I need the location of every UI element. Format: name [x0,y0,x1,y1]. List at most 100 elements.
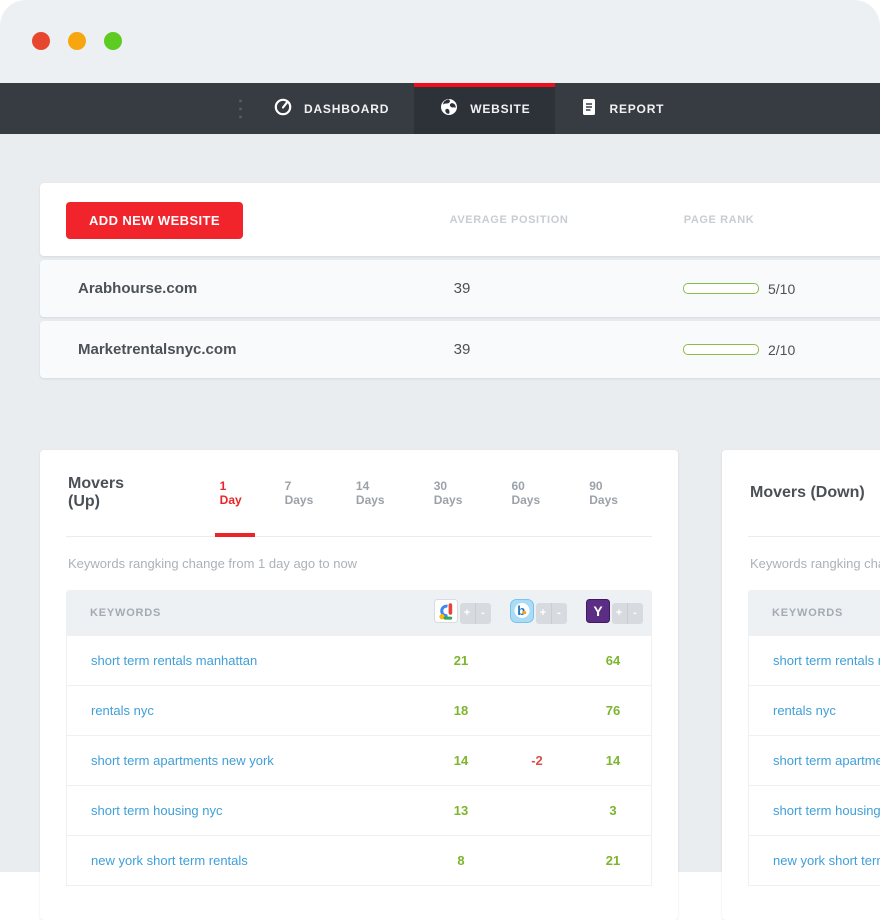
period-tab[interactable]: 1 Day [203,450,268,536]
top-navbar: DASHBOARD WEBSITE [0,83,880,134]
yahoo-rank-change: 64 [575,653,651,668]
keyword-row: short term rentals manhattan 21 64 [67,636,651,686]
movers-down-table: KEYWORDS short term rentals manhattan re… [748,590,880,886]
keyword-row: short term housing nyc [749,786,880,836]
yahoo-rank-change: 3 [575,803,651,818]
window-controls [32,32,122,50]
keyword-link[interactable]: short term housing nyc [749,803,880,818]
google-column-adjust: + - [460,603,491,624]
bing-rank-change: -2 [499,753,575,768]
bing-icon: b [510,599,534,628]
bing-column-adjust: + - [536,603,567,624]
nav-item-report[interactable]: REPORT [555,83,689,134]
zoom-window-button[interactable] [104,32,122,50]
period-tab[interactable]: 7 Days [268,450,339,536]
keyword-link[interactable]: short term housing nyc [67,803,423,818]
movers-down-title: Movers (Down) [750,484,865,502]
keyword-row: short term apartments new york 14 -2 14 [67,736,651,786]
period-tab[interactable]: 90 Days [572,450,650,536]
website-name: Arabhourse.com [78,260,197,317]
bing-column-header: b + - [500,599,576,628]
minimize-window-button[interactable] [68,32,86,50]
period-tab[interactable]: 14 Days [339,450,417,536]
yahoo-column-header: Y + - [576,599,652,628]
nav-item-label: DASHBOARD [304,102,389,116]
movers-down-card: Movers (Down) Keywords rangking change f… [722,450,880,920]
movers-down-subtitle: Keywords rangking change from 1 day ago … [750,537,880,590]
page-rank-bar [683,283,759,294]
average-position-value: 39 [412,260,512,317]
yahoo-rank-change: 76 [575,703,651,718]
yahoo-rank-change: 14 [575,753,651,768]
yahoo-plus-button[interactable]: + [612,603,627,624]
period-tab[interactable]: 30 Days [417,450,495,536]
keyword-link[interactable]: rentals nyc [749,703,880,718]
globe-icon [439,97,459,120]
keyword-row: rentals nyc 18 76 [67,686,651,736]
website-name: Marketrentalsnyc.com [78,321,236,378]
keyword-link[interactable]: rentals nyc [67,703,423,718]
nav-items: DASHBOARD WEBSITE [248,83,689,134]
keyword-link[interactable]: short term rentals manhattan [67,653,423,668]
keyword-link[interactable]: new york short term rentals [67,853,423,868]
add-new-website-button[interactable]: ADD NEW WEBSITE [66,202,243,239]
yahoo-minus-button[interactable]: - [627,603,643,624]
movers-up-header: Movers (Up) 1 Day 7 Days 14 Days 30 Days… [66,450,652,537]
period-tab[interactable]: 60 Days [494,450,572,536]
page-rank-value: 5/10 [768,260,795,317]
website-row[interactable]: Arabhourse.com 39 5/10 [40,260,880,317]
movers-down-header: Movers (Down) [748,450,880,537]
websites-panel-header: ADD NEW WEBSITE AVERAGE POSITION PAGE RA… [40,183,880,256]
movers-up-table: KEYWORDS + - [66,590,652,886]
google-rank-change: 18 [423,703,499,718]
yahoo-rank-change: 21 [575,853,651,868]
google-plus-button[interactable]: + [460,603,475,624]
keywords-column-header: KEYWORDS [748,607,880,619]
google-rank-change: 8 [423,853,499,868]
column-header-average-position: AVERAGE POSITION [409,183,609,256]
keyword-link[interactable]: short term apartments new york [67,753,423,768]
nav-item-label: REPORT [609,102,664,116]
bing-minus-button[interactable]: - [551,603,567,624]
yahoo-column-adjust: + - [612,603,643,624]
google-rank-change: 14 [423,753,499,768]
keyword-row: rentals nyc [749,686,880,736]
keyword-link[interactable]: short term rentals manhattan [749,653,880,668]
google-column-header: + - [424,599,500,628]
movers-up-card: Movers (Up) 1 Day 7 Days 14 Days 30 Days… [40,450,678,920]
nav-item-dashboard[interactable]: DASHBOARD [248,83,414,134]
nav-divider-dots [239,99,242,118]
column-header-page-rank: PAGE RANK [619,183,819,256]
close-window-button[interactable] [32,32,50,50]
keywords-column-header: KEYWORDS [66,607,424,619]
browser-chrome [0,0,880,83]
keyword-row: new york short term rentals [749,836,880,886]
yahoo-icon: Y [586,599,610,628]
page-rank-value: 2/10 [768,321,795,378]
website-row[interactable]: Marketrentalsnyc.com 39 2/10 [40,321,880,378]
nav-item-label: WEBSITE [470,102,530,116]
keyword-row: new york short term rentals 8 21 [67,836,651,886]
keyword-link[interactable]: new york short term rentals [749,853,880,868]
movers-down-table-header: KEYWORDS [748,590,880,636]
svg-text:Y: Y [593,603,603,619]
google-minus-button[interactable]: - [475,603,491,624]
google-rank-change: 13 [423,803,499,818]
bing-plus-button[interactable]: + [536,603,551,624]
movers-up-subtitle: Keywords rangking change from 1 day ago … [68,537,650,590]
svg-text:b: b [517,603,525,618]
keyword-row: short term housing nyc 13 3 [67,786,651,836]
nav-item-website[interactable]: WEBSITE [414,83,555,134]
movers-down-table-body: short term rentals manhattan rentals nyc… [748,636,880,886]
document-icon [580,97,598,120]
google-rank-change: 21 [423,653,499,668]
page-rank-bar [683,344,759,355]
keyword-link[interactable]: short term apartments new york [749,753,880,768]
average-position-value: 39 [412,321,512,378]
keyword-row: short term rentals manhattan [749,636,880,686]
movers-up-table-body: short term rentals manhattan 21 64 renta… [66,636,652,886]
websites-list: Arabhourse.com 39 5/10 Marketrentalsnyc.… [40,260,880,382]
keyword-row: short term apartments new york [749,736,880,786]
gauge-icon [273,97,293,120]
movers-up-table-header: KEYWORDS + - [66,590,652,636]
